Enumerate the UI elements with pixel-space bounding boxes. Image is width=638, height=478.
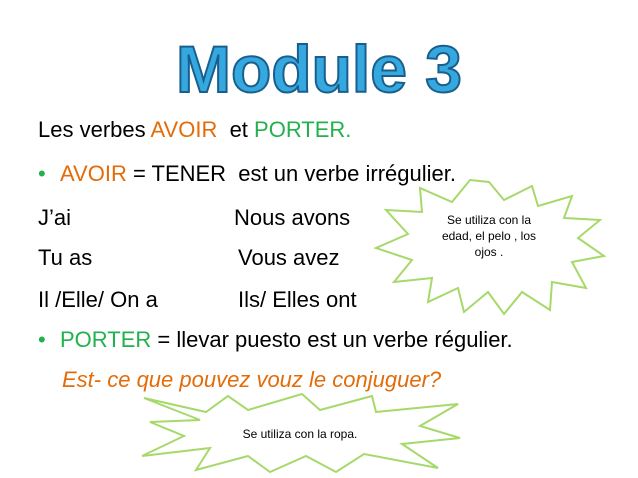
conjugation-row: Il /Elle/ On a Ils/ Elles ont — [38, 286, 418, 314]
porter-callout: Se utiliza con la ropa. — [140, 392, 462, 474]
conjugation-row: J’ai Nous avons — [38, 204, 398, 232]
intro-line: Les verbes AVOIR et PORTER. — [38, 116, 351, 144]
avoir-callout: Se utiliza con la edad, el pelo , los oj… — [372, 178, 606, 318]
conjugation-singular: J’ai — [38, 205, 72, 230]
conjugation-singular: Il /Elle/ On a — [38, 287, 158, 312]
avoir-word: AVOIR — [150, 117, 218, 142]
porter-callout-text: Se utiliza con la ropa. — [242, 427, 358, 441]
conjugation-plural: Vous avez — [238, 245, 340, 270]
porter-bullet-line: • PORTER = llevar puesto est un verbe rég… — [38, 326, 513, 354]
porter-definition: = llevar puesto est un verbe régulier. — [151, 327, 513, 352]
bullet-marker: • — [38, 161, 46, 186]
avoir-callout-text: Se utiliza con la edad, el pelo , los oj… — [424, 212, 554, 260]
title-text: Module 3 — [176, 32, 462, 106]
porter-word: PORTER — [60, 327, 152, 352]
bullet-marker: • — [38, 327, 46, 352]
page-title: Module 3 — [0, 22, 638, 112]
conjugation-plural: Nous avons — [234, 205, 351, 230]
porter-word: PORTER. — [254, 117, 352, 142]
callout-line: edad, el pelo , los — [441, 229, 537, 243]
callout-line: Se utiliza con la — [446, 213, 532, 227]
conjugation-row: Tu as Vous avez — [38, 244, 398, 272]
intro-prefix: Les verbes — [38, 117, 151, 142]
conjugation-plural: Ils/ Elles ont — [238, 287, 357, 312]
avoir-word: AVOIR — [60, 161, 127, 186]
question-line: Est- ce que pouvez vouz le conjuguer? — [62, 367, 442, 392]
callout-line: ojos . — [474, 245, 504, 259]
conjugation-singular: Tu as — [38, 245, 93, 270]
intro-mid: et — [217, 117, 255, 142]
